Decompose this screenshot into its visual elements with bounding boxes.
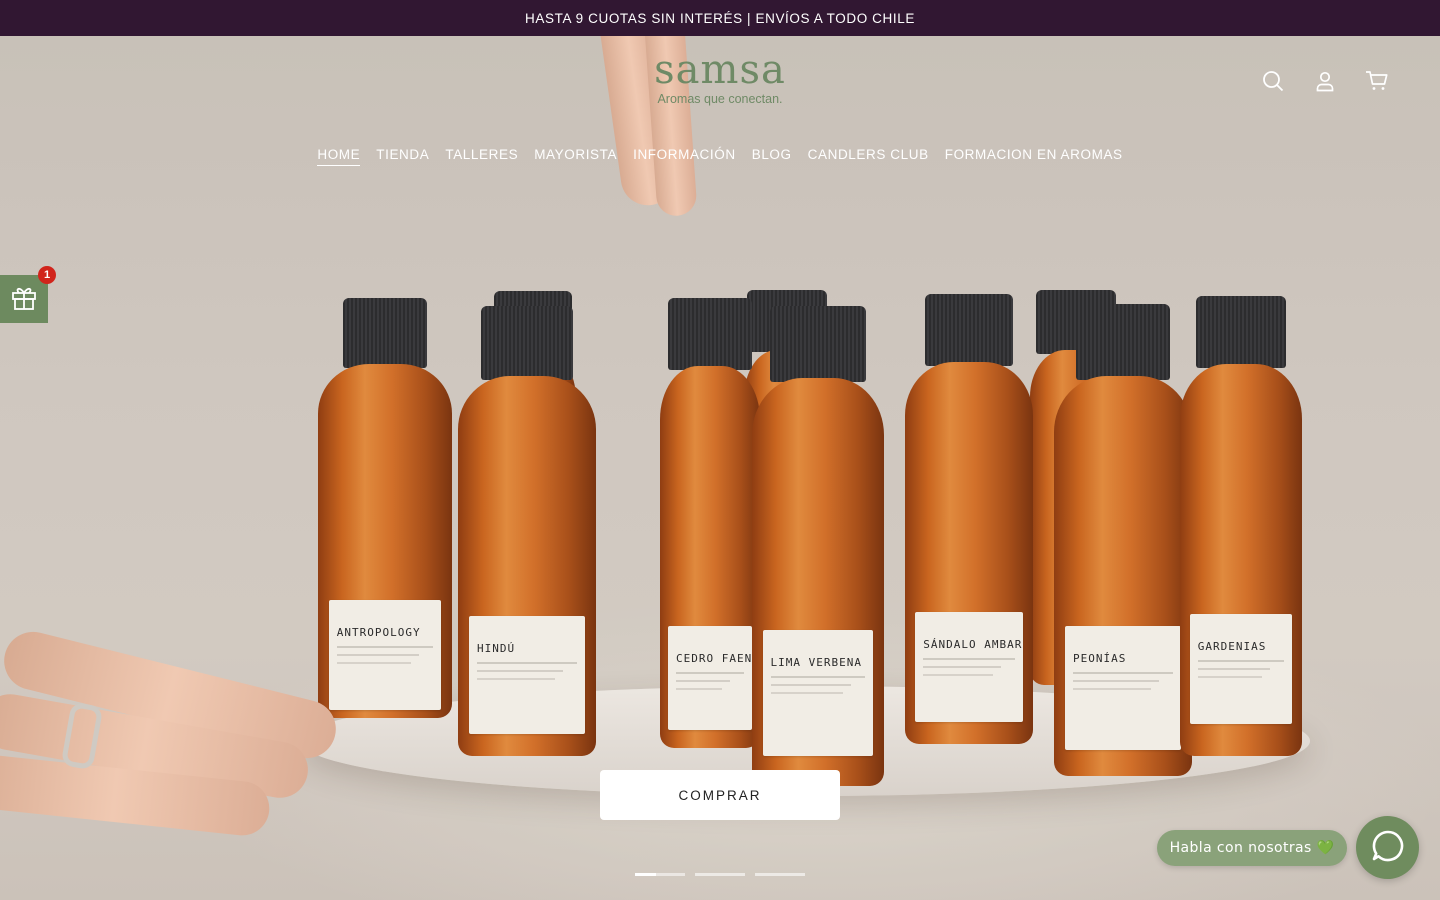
nav-talleres[interactable]: TALLERES bbox=[445, 147, 518, 166]
bottle-lima-verbena: LIMA VERBENA bbox=[752, 306, 884, 786]
bottle-peonias: PEONÍAS bbox=[1054, 304, 1192, 776]
bottle-cedro-faen: CEDRO FAEN bbox=[660, 298, 760, 748]
slide-dot-2[interactable] bbox=[695, 873, 745, 876]
slide-dot-3[interactable] bbox=[755, 873, 805, 876]
logo-word: samsa bbox=[654, 47, 786, 93]
shop-now-button[interactable]: COMPRAR bbox=[600, 770, 840, 820]
bottle-sandalo-ambar: SÁNDALO AMBAR bbox=[905, 294, 1033, 744]
nav-candlers-club[interactable]: CANDLERS CLUB bbox=[808, 147, 929, 166]
brand-logo[interactable]: samsa Aromas que conectan. bbox=[640, 50, 800, 110]
chat-prompt-text: Habla con nosotras 💚 bbox=[1169, 840, 1335, 856]
chat-launcher-button[interactable] bbox=[1356, 816, 1419, 879]
nav-mayorista[interactable]: MAYORISTA bbox=[534, 147, 617, 166]
announcement-text: HASTA 9 CUOTAS SIN INTERÉS | ENVÍOS A TO… bbox=[525, 10, 915, 26]
nav-informacion[interactable]: INFORMACIÓN bbox=[633, 147, 736, 166]
account-icon[interactable] bbox=[1312, 68, 1338, 94]
slide-dot-1[interactable] bbox=[635, 873, 685, 876]
gift-badge-count: 1 bbox=[38, 266, 56, 284]
bottle-hindu: HINDÚ bbox=[458, 306, 596, 756]
nav-tienda[interactable]: TIENDA bbox=[376, 147, 429, 166]
chat-prompt-pill[interactable]: Habla con nosotras 💚 bbox=[1157, 830, 1347, 866]
logo-tagline: Aromas que conectan. bbox=[657, 92, 783, 106]
gift-icon bbox=[10, 283, 38, 315]
hand-left-image bbox=[0, 625, 370, 839]
nav-formacion[interactable]: FORMACION EN AROMAS bbox=[945, 147, 1123, 166]
slider-pagination bbox=[635, 873, 805, 876]
main-nav: HOME TIENDA TALLERES MAYORISTA INFORMACI… bbox=[0, 147, 1440, 166]
cart-icon[interactable] bbox=[1364, 68, 1390, 94]
nav-blog[interactable]: BLOG bbox=[752, 147, 792, 166]
announcement-bar: HASTA 9 CUOTAS SIN INTERÉS | ENVÍOS A TO… bbox=[0, 0, 1440, 36]
nav-home[interactable]: HOME bbox=[317, 147, 361, 166]
search-icon[interactable] bbox=[1260, 68, 1286, 94]
header-icons bbox=[1260, 68, 1390, 94]
bottle-gardenias: GARDENIAS bbox=[1180, 296, 1302, 756]
chat-icon bbox=[1370, 828, 1406, 868]
